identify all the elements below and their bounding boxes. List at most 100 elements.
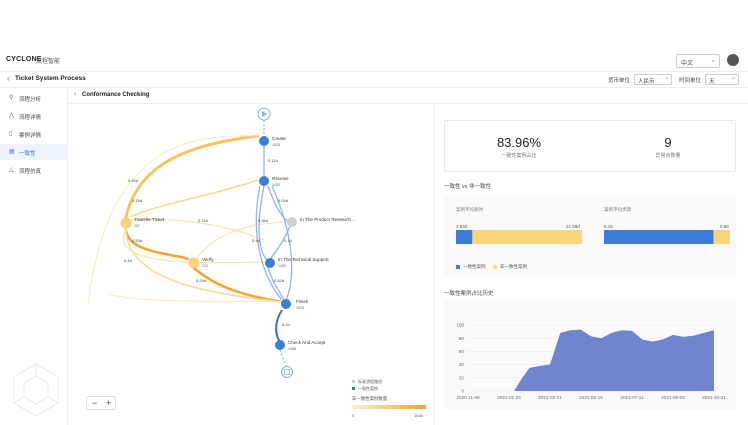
duration-conform-value: 3.53d (456, 224, 468, 229)
edge-label: 0.4d (252, 238, 260, 243)
y-tick-label: 80 (459, 336, 465, 341)
stats-card: 83.96% 一致性案例占比 9 异常点数量 (444, 120, 736, 172)
hexagon-watermark-icon (13, 363, 59, 417)
node-support[interactable] (265, 258, 275, 268)
legend-nonconform: 非一致性案例 (500, 264, 527, 269)
edge-label: 0.11d (268, 158, 278, 163)
sidebar-item-label: 流程分析 (19, 97, 42, 103)
duration-bar[interactable] (456, 230, 582, 244)
steps-label: 案例平均步骤 (604, 207, 631, 212)
edge-label: 0.4d (124, 258, 132, 263)
edge-label: 0.52d (274, 278, 284, 283)
node-count: 132 (202, 264, 208, 268)
edge-create-transfer[interactable] (124, 134, 260, 219)
steps-nonconform-bar[interactable] (713, 230, 730, 244)
end-node[interactable] (281, 366, 293, 378)
sidebar-item-simulation[interactable]: △ 流程仿真 (0, 162, 68, 178)
top-bar: CYCLONE 流程智能 中文 (0, 50, 748, 72)
zoom-in-icon[interactable]: + (106, 398, 111, 408)
duration-nonconform-bar[interactable] (472, 230, 582, 244)
node-verify[interactable] (188, 257, 200, 269)
node-label: In The Product Research... (300, 217, 355, 222)
currency-label: 货币单位 (608, 78, 631, 84)
sidebar: ⚲ 流程分析 ⋀ 流程详情 ▯ 案例详情 ▤ 一致性 △ 流程仿真 (0, 88, 68, 425)
zoom-out-icon[interactable]: − (92, 398, 97, 408)
sidebar-item-process-analysis[interactable]: ⚲ 流程分析 (0, 90, 68, 106)
x-tick-label: 2021-01-24 (497, 395, 521, 400)
process-map[interactable]: Create 1528 Receive 1453 Transfer Ticket… (68, 104, 433, 425)
language-select[interactable]: 中文 (676, 54, 720, 68)
duration-label: 案例平均耗时 (456, 207, 483, 212)
currency-select[interactable]: 人民币 (634, 74, 672, 85)
anomaly-count-label: 异常点数量 (655, 153, 681, 159)
sidebar-item-conformance[interactable]: ▤ 一致性 (0, 144, 68, 160)
legend-conform: 一致性案例 (358, 385, 378, 391)
legend-nonconform-swatch (493, 265, 497, 269)
edge-receive-support[interactable] (258, 185, 269, 261)
checklist-icon: ▤ (9, 149, 15, 155)
node-accept[interactable] (275, 340, 285, 350)
duration-conform-bar[interactable] (456, 230, 473, 244)
back-arrow-icon[interactable]: ‹ (7, 74, 10, 83)
sidebar-item-case-detail[interactable]: ▯ 案例详情 (0, 126, 68, 142)
node-count: 1453 (272, 183, 280, 187)
edge-accept-end[interactable] (279, 349, 287, 367)
x-tick-label: 2021-05-16 (579, 395, 603, 400)
section-title: Conformance Checking (82, 92, 150, 98)
pin-icon: ⚲ (9, 95, 14, 101)
node-product-research[interactable] (287, 217, 297, 227)
sidebar-item-label: 流程仿真 (19, 169, 42, 175)
x-tick-label: 2021-07-11 (620, 395, 644, 400)
legend-nonconform: 非一致性案例数量 (352, 395, 388, 402)
sidebar-item-label: 一致性 (19, 151, 36, 157)
sidebar-item-process-detail[interactable]: ⋀ 流程详情 (0, 108, 68, 124)
conformance-rate-label: 一致性案例占比 (501, 153, 537, 159)
comparison-panel: 案例平均耗时 3.53d 21.69d 案例平均步骤 6.15 0.88 一致性… (444, 195, 736, 277)
comparison-title: 一致性 vs 非一致性 (444, 184, 492, 190)
node-receive[interactable] (259, 176, 269, 186)
zoom-control: − + (86, 396, 116, 410)
time-unit-select[interactable]: 天 (705, 74, 739, 85)
edge-label: 0.36d (258, 218, 268, 223)
page-title: Ticket System Process (15, 75, 86, 82)
edge-label: 0.45d (128, 178, 138, 183)
steps-conform-bar[interactable] (604, 230, 714, 244)
steps-bar[interactable] (604, 230, 730, 244)
y-tick-label: 60 (459, 349, 465, 354)
edge-label: 0.04d (278, 198, 288, 203)
edge-label: 0.11d (198, 218, 208, 223)
time-unit-label: 时间单位 (679, 78, 702, 84)
steps-conform-value: 6.15 (604, 224, 613, 229)
history-chart[interactable]: 0 20 40 60 80 100 2020-11-29 2021-01-24 2021-03… (444, 300, 736, 410)
legend-standard: 标准流程路径 (358, 378, 382, 384)
node-label: Receive (272, 176, 289, 181)
node-transfer[interactable] (120, 217, 132, 229)
history-title: 一致性案例占比历史 (444, 291, 494, 297)
node-finish[interactable] (281, 299, 291, 309)
back-arrow-icon[interactable]: ‹ (74, 91, 76, 98)
edge-transfer-back[interactable] (125, 218, 265, 241)
y-tick-label: 0 (461, 389, 464, 394)
legend-conform-swatch (352, 387, 355, 390)
x-tick-label: 2021-09-05 (661, 395, 685, 400)
user-avatar-icon[interactable] (727, 54, 739, 66)
title-bar: ‹ Ticket System Process 货币单位 人民币 时间单位 天 (0, 72, 748, 88)
node-label: Finish (296, 299, 309, 304)
simulation-icon: △ (9, 167, 14, 173)
edge-label: 0.24d (196, 278, 206, 283)
node-create[interactable] (259, 136, 269, 146)
node-count: 1528 (296, 306, 304, 310)
node-count: 197 (134, 224, 140, 228)
y-tick-label: 20 (459, 375, 465, 380)
sidebar-item-label: 流程详情 (19, 115, 42, 121)
legend-conform-swatch (456, 265, 460, 269)
edge-verify-product[interactable] (193, 220, 291, 263)
node-count: 1469 (278, 264, 286, 268)
edge-verify-finish[interactable] (192, 266, 284, 304)
edge-receive-transfer[interactable] (129, 179, 259, 218)
edge-label: 0.53d (132, 238, 142, 243)
y-tick-label: 100 (456, 323, 464, 328)
flow-icon: ⋀ (9, 113, 14, 119)
legend-gradient-bar (352, 405, 426, 409)
x-tick-label: 2021-03-21 (538, 395, 562, 400)
